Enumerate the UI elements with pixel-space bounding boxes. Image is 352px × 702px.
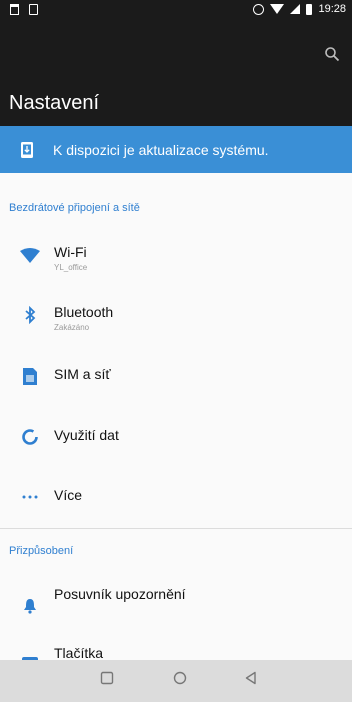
settings-item-label: Bluetooth	[54, 304, 114, 320]
settings-item-label: Využití dat	[54, 427, 119, 443]
status-right-icons: 19:28	[253, 3, 346, 15]
section-divider	[0, 528, 352, 529]
page-title: Nastavení	[9, 92, 100, 114]
settings-item-label: Posuvník upozornění	[54, 586, 186, 602]
settings-item-more[interactable]: Více	[0, 466, 352, 526]
toolbar: Nastavení	[0, 20, 352, 126]
sd-card-icon	[29, 4, 38, 15]
settings-item-label: Tlačítka	[54, 645, 104, 661]
settings-item-label: Wi-Fi	[54, 244, 87, 260]
bluetooth-icon	[20, 305, 40, 325]
data-usage-icon	[20, 427, 40, 447]
recents-icon[interactable]	[100, 671, 114, 685]
settings-item-notification-shade[interactable]: Posuvník upozornění	[0, 570, 352, 630]
back-icon[interactable]	[244, 671, 258, 685]
wifi-icon	[20, 246, 40, 266]
settings-item-label: SIM a síť	[54, 366, 111, 382]
status-left-icons	[10, 4, 38, 15]
settings-item-wifi[interactable]: Wi-Fi YL_office	[0, 226, 352, 286]
sim-card-icon	[20, 366, 40, 386]
navigation-bar	[0, 660, 352, 702]
alarm-icon	[253, 3, 265, 15]
section-header-personalization: Přizpůsobení	[9, 545, 74, 557]
home-icon[interactable]	[173, 671, 187, 685]
settings-item-sim[interactable]: SIM a síť	[0, 346, 352, 406]
settings-item-summary: YL_office	[54, 263, 88, 272]
settings-item-bluetooth[interactable]: Bluetooth Zakázáno	[0, 286, 352, 346]
system-update-banner[interactable]: K dispozici je aktualizace systému.	[0, 126, 352, 173]
system-update-text: K dispozici je aktualizace systému.	[53, 141, 269, 158]
battery-icon	[306, 3, 313, 15]
status-bar: 19:28	[0, 0, 352, 20]
notification-bell-icon	[20, 596, 40, 616]
system-update-icon	[21, 141, 33, 158]
status-time: 19:28	[318, 3, 346, 15]
wifi-status-icon	[270, 4, 285, 14]
settings-item-label: Více	[54, 487, 83, 503]
settings-item-summary: Zakázáno	[54, 323, 90, 332]
shopping-bag-icon	[10, 4, 19, 15]
section-header-wireless: Bezdrátové připojení a sítě	[9, 202, 140, 214]
more-icon	[20, 487, 40, 507]
search-icon[interactable]	[324, 46, 340, 62]
settings-item-data-usage[interactable]: Využití dat	[0, 406, 352, 466]
signal-icon	[290, 4, 301, 14]
